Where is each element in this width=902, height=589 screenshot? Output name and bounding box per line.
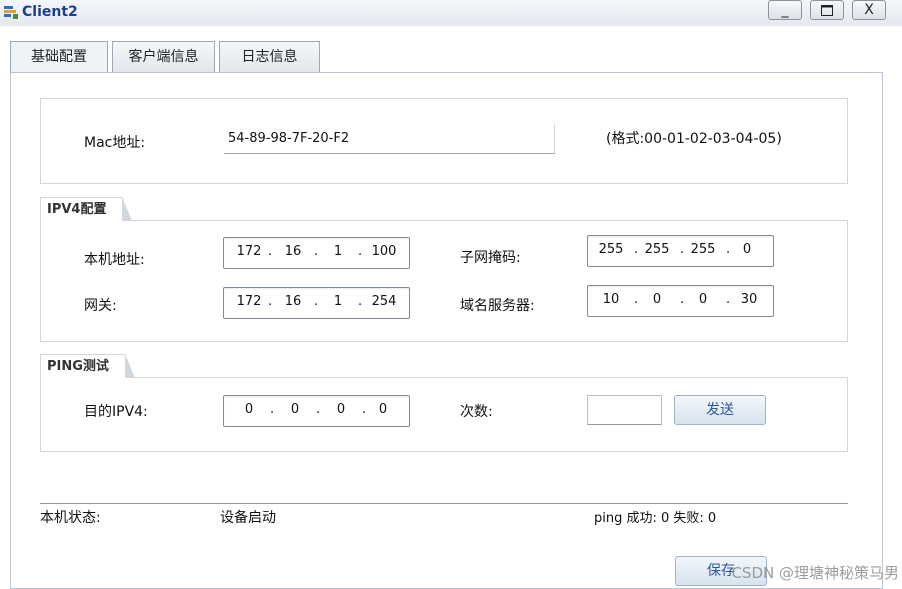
- minimize-button[interactable]: _: [768, 0, 802, 20]
- subnet-mask-label: 子网掩码:: [460, 250, 521, 266]
- send-button[interactable]: 发送: [674, 395, 766, 425]
- tab-log-info[interactable]: 日志信息: [219, 41, 320, 72]
- ip-octet[interactable]: 30: [736, 292, 762, 307]
- title-bar: Client2 _ X: [0, 0, 902, 26]
- ping-result-text: ping 成功: 0 失败: 0: [594, 511, 717, 526]
- ip-octet[interactable]: 1: [325, 244, 351, 259]
- ip-octet[interactable]: 0: [644, 292, 670, 307]
- ip-octet[interactable]: 16: [280, 244, 306, 259]
- ping-legend-text: PING测试: [47, 359, 109, 374]
- ping-count-label: 次数:: [460, 404, 493, 420]
- gateway-label: 网关:: [84, 298, 117, 314]
- ip-octet[interactable]: 0: [328, 402, 354, 417]
- close-button[interactable]: X: [852, 0, 886, 20]
- ip-octet[interactable]: 255: [596, 242, 626, 257]
- minimize-icon: _: [781, 2, 789, 18]
- ip-octet[interactable]: 16: [280, 294, 306, 309]
- device-status-value: 设备启动: [220, 510, 276, 526]
- ping-legend: PING测试: [40, 354, 135, 378]
- ip-octet[interactable]: 1: [325, 294, 351, 309]
- mac-address-input[interactable]: 54-89-98-7F-20-F2: [224, 124, 555, 154]
- ip-octet[interactable]: 172: [234, 244, 264, 259]
- ip-octet[interactable]: 0: [734, 242, 760, 257]
- mac-label: Mac地址:: [84, 135, 146, 151]
- tab-basic-config[interactable]: 基础配置: [10, 41, 108, 73]
- app-icon: [4, 6, 18, 19]
- ip-octet[interactable]: 0: [690, 292, 716, 307]
- ipv4-legend: IPV4配置: [40, 197, 134, 221]
- device-status-label: 本机状态:: [40, 510, 101, 526]
- ip-octet[interactable]: 100: [368, 244, 400, 259]
- ip-octet[interactable]: 254: [368, 294, 400, 309]
- close-icon: X: [864, 2, 874, 18]
- ip-octet[interactable]: 172: [234, 294, 264, 309]
- status-divider: [40, 503, 848, 504]
- maximize-button[interactable]: [810, 0, 844, 20]
- dns-server-input[interactable]: 10 . 0 . 0 . 30: [587, 285, 774, 317]
- local-address-input[interactable]: 172 . 16 . 1 . 100: [223, 237, 410, 269]
- ip-octet[interactable]: 255: [688, 242, 718, 257]
- target-ipv4-input[interactable]: 0 . 0 . 0 . 0: [223, 395, 410, 427]
- csdn-watermark: CSDN @理塘神秘策马男: [731, 564, 899, 582]
- ip-octet[interactable]: 0: [236, 402, 262, 417]
- ip-octet[interactable]: 0: [282, 402, 308, 417]
- ping-count-input[interactable]: [587, 395, 662, 425]
- ipv4-legend-text: IPV4配置: [47, 202, 107, 217]
- target-ipv4-label: 目的IPV4:: [84, 404, 148, 420]
- subnet-mask-input[interactable]: 255 . 255 . 255 . 0: [587, 235, 774, 267]
- tab-client-info[interactable]: 客户端信息: [112, 41, 215, 72]
- window-title: Client2: [22, 4, 78, 20]
- dns-server-label: 域名服务器:: [460, 298, 535, 314]
- gateway-input[interactable]: 172 . 16 . 1 . 254: [223, 287, 410, 319]
- ip-octet[interactable]: 255: [642, 242, 672, 257]
- mac-format-hint: (格式:00-01-02-03-04-05): [606, 131, 782, 147]
- maximize-icon: [821, 5, 833, 16]
- ip-octet[interactable]: 10: [598, 292, 624, 307]
- ip-octet[interactable]: 0: [370, 402, 396, 417]
- local-address-label: 本机地址:: [84, 252, 145, 268]
